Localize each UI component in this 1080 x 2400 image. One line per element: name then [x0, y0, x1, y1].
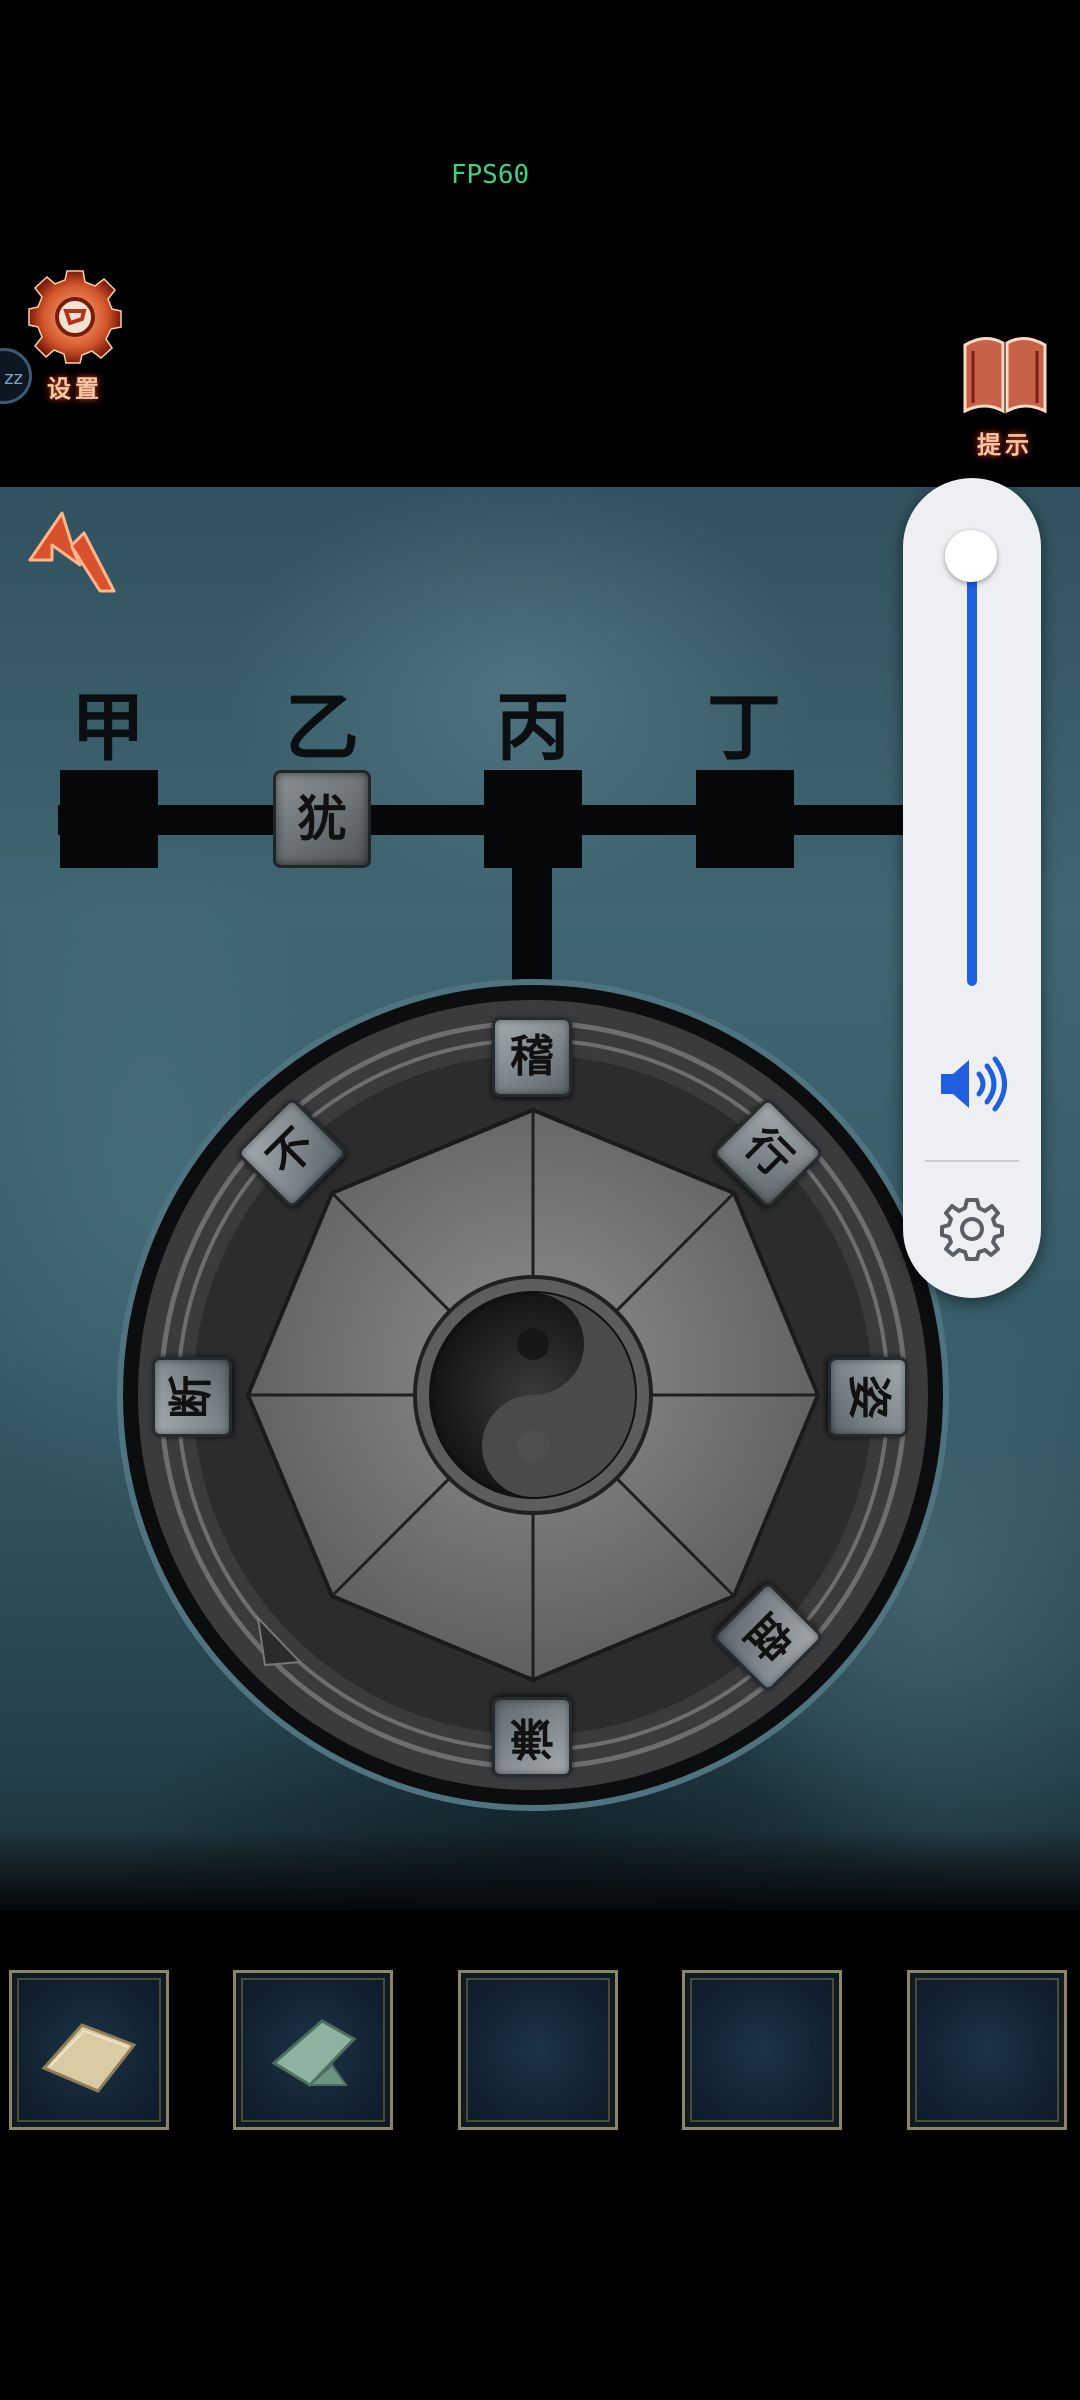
speaker-icon[interactable]	[937, 1056, 1009, 1112]
wheel-tile-top[interactable]: 稽	[492, 1017, 572, 1097]
wheel-tile-bottom[interactable]: 谦	[492, 1697, 572, 1777]
volume-slider-track[interactable]	[964, 556, 980, 986]
gear-icon[interactable]	[939, 1196, 1005, 1262]
inventory-slot-2[interactable]	[233, 1970, 393, 2130]
volume-panel	[903, 478, 1041, 1298]
inventory-slot-1[interactable]	[9, 1970, 169, 2130]
volume-divider	[925, 1160, 1019, 1162]
wheel-tile-right[interactable]: 姿	[828, 1357, 908, 1437]
folded-green-paper-icon	[271, 2019, 357, 2087]
inventory-slot-4[interactable]	[682, 1970, 842, 2130]
inventory-slot-3[interactable]	[458, 1970, 618, 2130]
parchment-scroll-icon	[41, 2023, 137, 2093]
wheel-tile-left[interactable]: 断	[152, 1357, 232, 1437]
inventory-slot-5[interactable]	[907, 1970, 1067, 2130]
volume-slider-fill	[967, 556, 977, 986]
volume-slider-thumb[interactable]	[945, 530, 997, 582]
yin-yang-icon[interactable]	[429, 1291, 637, 1499]
